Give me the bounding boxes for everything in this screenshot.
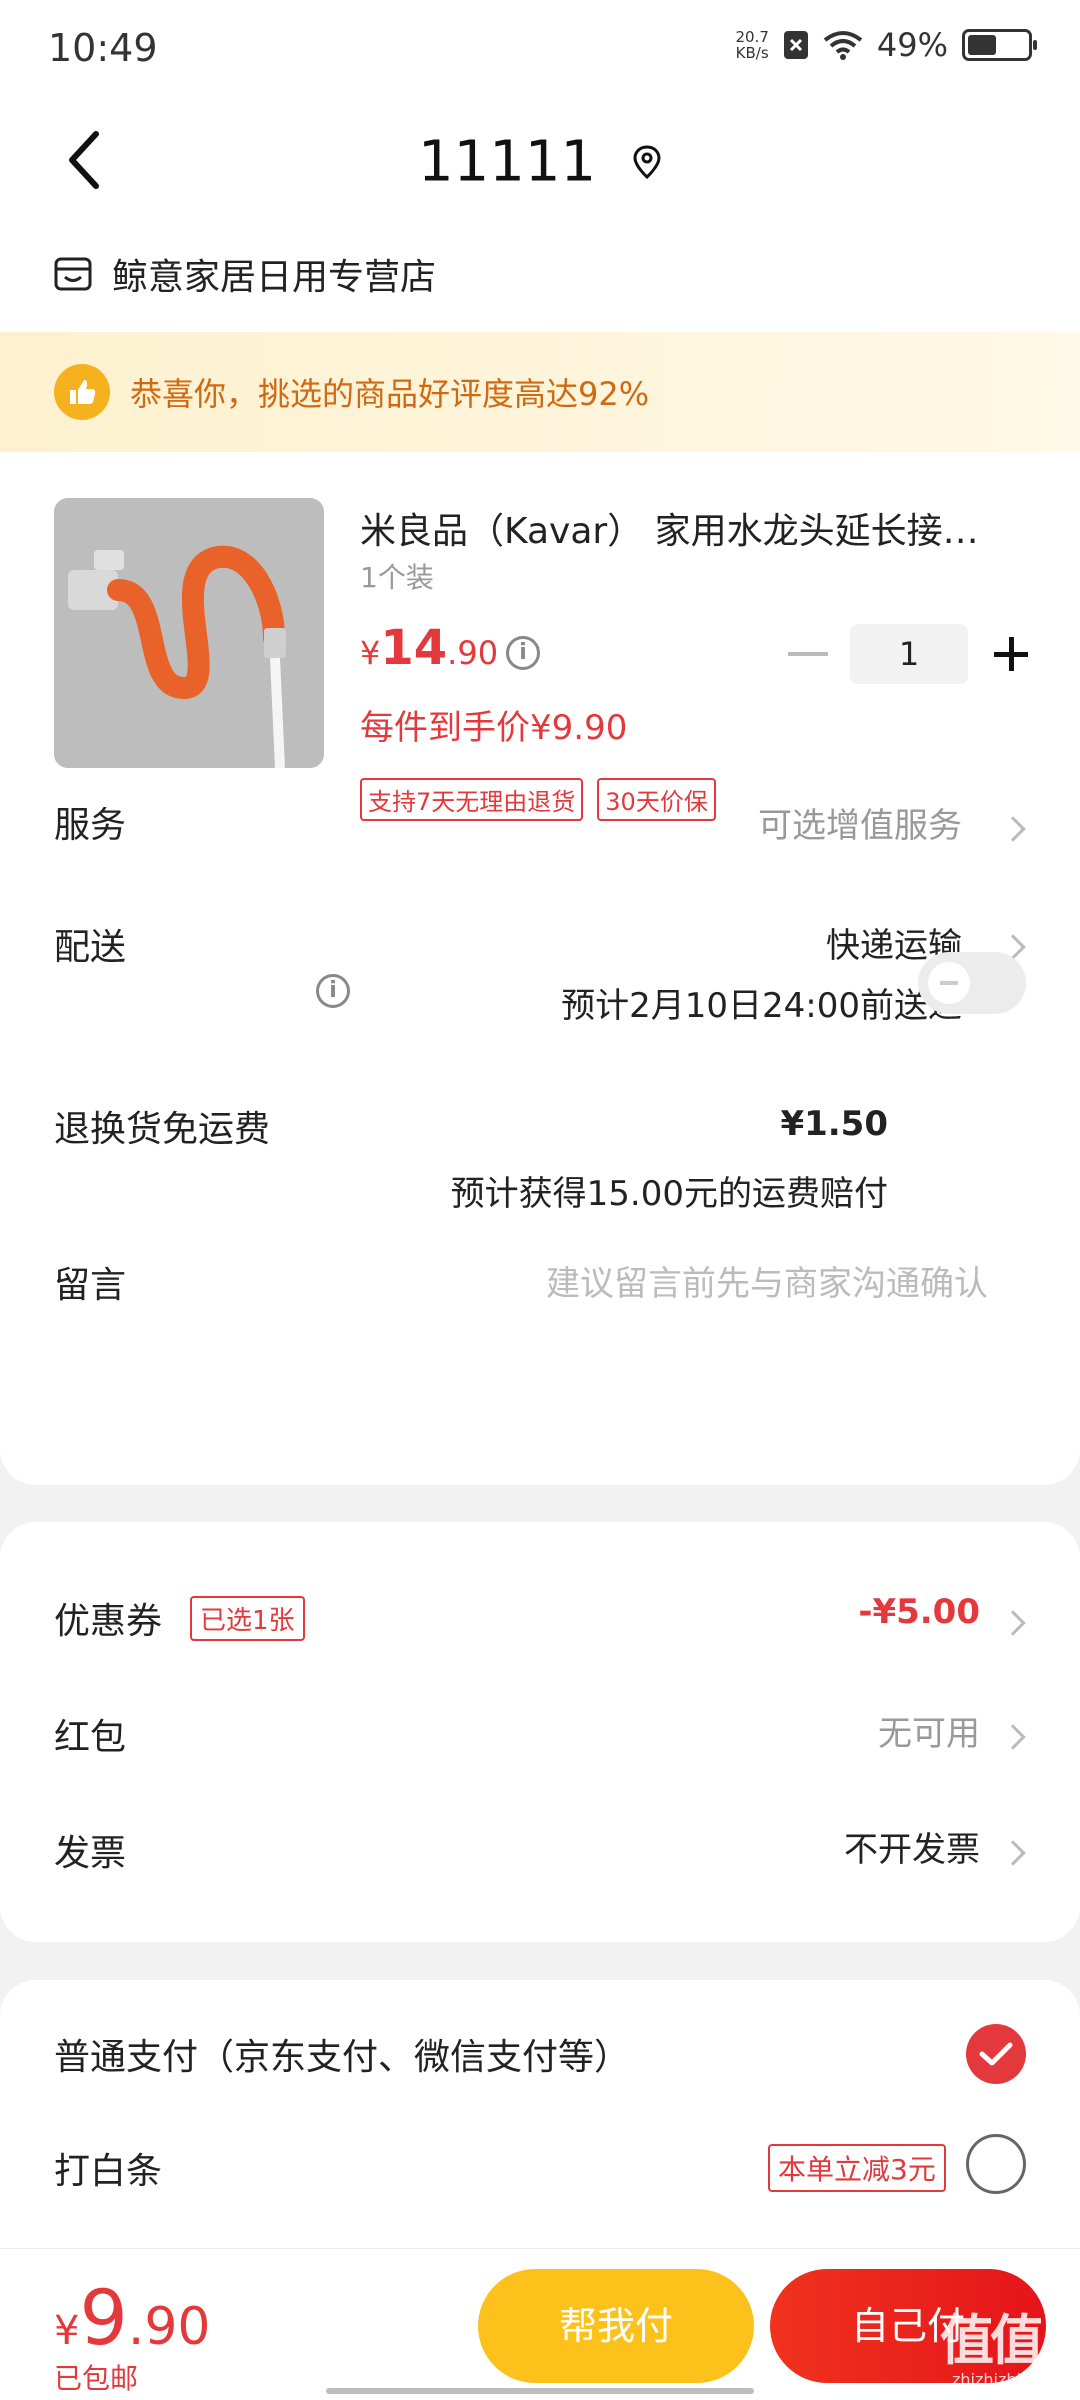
invoice-chevron-icon[interactable] <box>1000 1840 1026 1866</box>
address-title-text: 11111 <box>418 129 597 195</box>
delivery-eta: 预计2月10日24:00前送达 <box>561 986 962 1026</box>
service-chevron-icon[interactable] <box>1000 816 1026 842</box>
return-shipping-price: ¥1.50 <box>780 1104 888 1144</box>
normal-pay-option[interactable]: 普通支付（京东支付、微信支付等） <box>54 2028 630 2080</box>
total-price: ¥9.90 <box>54 2273 211 2362</box>
battery-icon <box>962 29 1037 61</box>
status-bar: 10:49 20.7 KB/s 49% <box>0 0 1080 100</box>
coupon-value[interactable]: -¥5.00 <box>858 1592 980 1632</box>
product-price: ¥14.90 <box>360 620 498 676</box>
baitiao-radio[interactable] <box>966 2134 1026 2194</box>
sim-off-icon <box>783 31 808 59</box>
product-tags: 支持7天无理由退货 30天价保 <box>360 778 716 821</box>
quantity-stepper: 1 <box>788 624 1028 684</box>
network-speed-value: 20.7 <box>735 28 769 46</box>
unit-price: 每件到手价¥9.90 <box>360 708 628 748</box>
total-decimal: .90 <box>127 2297 211 2357</box>
normal-pay-checked-icon[interactable] <box>966 2024 1026 2084</box>
invoice-label: 发票 <box>54 1833 127 1874</box>
price-info-icon[interactable]: i <box>506 636 540 670</box>
free-shipping-label: 已包邮 <box>54 2362 139 2395</box>
return-info-icon[interactable]: i <box>316 974 350 1008</box>
network-speed-unit: KB/s <box>735 44 769 62</box>
red-packet-label: 红包 <box>54 1717 127 1758</box>
message-label: 留言 <box>54 1265 127 1306</box>
invoice-value[interactable]: 不开发票 <box>844 1822 980 1871</box>
return-shipping-label: 退换货免运费 <box>54 1109 271 1150</box>
quantity-value[interactable]: 1 <box>850 624 968 684</box>
service-label: 服务 <box>54 805 127 846</box>
status-time: 10:49 <box>48 26 158 70</box>
payment-card: 普通支付（京东支付、微信支付等） 打白条 本单立减3元 <box>0 1980 1080 2280</box>
red-packet-chevron-icon[interactable] <box>1000 1724 1026 1750</box>
service-value[interactable]: 可选增值服务 <box>758 798 962 847</box>
return-compensation-note: 预计获得15.00元的运费赔付 <box>450 1174 888 1214</box>
home-indicator[interactable] <box>326 2388 754 2394</box>
network-speed: 20.7 KB/s <box>735 29 768 61</box>
status-icons: 20.7 KB/s 49% <box>735 26 1037 64</box>
increase-quantity-button[interactable] <box>994 637 1028 671</box>
help-pay-button[interactable]: 帮我付 <box>478 2269 754 2383</box>
shop-icon <box>54 257 92 291</box>
product-image[interactable] <box>54 498 324 768</box>
product-title[interactable]: 米良品（Kavar） 家用水龙头延长接… <box>360 502 1030 554</box>
decrease-quantity-button[interactable] <box>788 652 828 656</box>
location-pin-icon <box>633 145 661 179</box>
red-packet-value[interactable]: 无可用 <box>878 1706 980 1755</box>
thumbs-up-icon <box>54 364 110 420</box>
nav-bar: 11111 <box>0 100 1080 220</box>
toggle-knob <box>928 962 970 1004</box>
price-integer: 14 <box>380 620 448 676</box>
rating-banner-text: 恭喜你，挑选的商品好评度高达92% <box>130 375 650 413</box>
coupon-label: 优惠券 <box>54 1601 163 1642</box>
wifi-icon <box>823 31 863 60</box>
product-spec: 1个装 <box>360 561 434 594</box>
tag-price-protect: 30天价保 <box>597 778 716 821</box>
tag-7day-return: 支持7天无理由退货 <box>360 778 584 821</box>
baitiao-promo-tag: 本单立减3元 <box>768 2144 946 2192</box>
total-currency: ¥ <box>54 2308 80 2354</box>
total-integer: 9 <box>79 2273 128 2362</box>
watermark-url: zhizhizhi.com <box>952 2370 1061 2389</box>
checkout-bar: ¥9.90 已包邮 帮我付 自己付 <box>0 2248 1080 2400</box>
message-input[interactable]: 建议留言前先与商家沟通确认 <box>546 1256 988 1305</box>
coupon-chevron-icon[interactable] <box>1000 1610 1026 1636</box>
order-card: 鲸意家居日用专营店 恭喜你，挑选的商品好评度高达92% 米良品（Kavar） 家… <box>0 220 1080 1485</box>
price-decimal: .90 <box>447 634 499 672</box>
battery-percent: 49% <box>876 26 948 64</box>
return-shipping-toggle[interactable] <box>918 952 1026 1014</box>
price-currency: ¥ <box>360 634 381 672</box>
address-title[interactable]: 11111 <box>0 126 1080 194</box>
shop-name: 鲸意家居日用专营店 <box>112 257 437 298</box>
discount-card: 优惠券 已选1张 -¥5.00 红包 无可用 发票 不开发票 <box>0 1522 1080 1942</box>
coupon-selected-tag: 已选1张 <box>190 1596 305 1641</box>
delivery-label: 配送 <box>54 927 127 968</box>
shop-header[interactable]: 鲸意家居日用专营店 <box>54 248 436 300</box>
rating-banner: 恭喜你，挑选的商品好评度高达92% <box>0 332 1080 452</box>
baitiao-option[interactable]: 打白条 <box>54 2142 162 2194</box>
